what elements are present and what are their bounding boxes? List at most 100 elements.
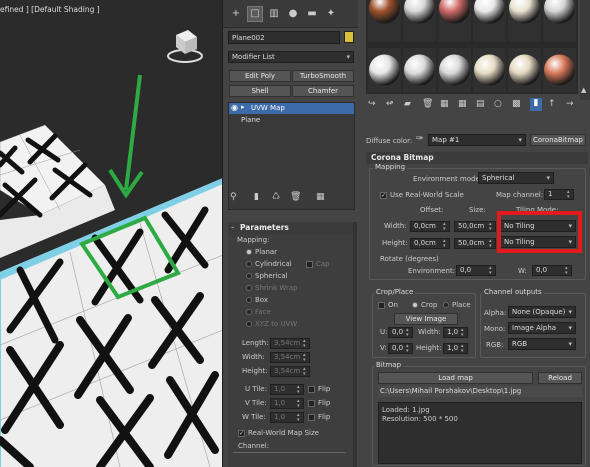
create-tab-icon[interactable]: + [229, 7, 243, 21]
view-image-button[interactable]: View Image [394, 313, 458, 325]
length-spinner[interactable]: 3,54cm [270, 338, 310, 349]
radio-button[interactable] [246, 249, 252, 255]
load-map-button[interactable]: Load map [378, 372, 533, 384]
w-tile-spinner[interactable]: 1,0 [270, 412, 304, 423]
real-world-map-size-checkbox[interactable]: ✓ [238, 430, 245, 437]
mono-dropdown[interactable]: Image Alpha [508, 322, 576, 334]
crop-on-checkbox[interactable] [378, 302, 385, 309]
put-to-library-icon[interactable]: ▤ [476, 99, 485, 109]
crop-width-spinner[interactable]: 1,0 [443, 327, 468, 338]
material-editor: ▲ ↪ ↫ ▰ 🗑 ▦ ▦ ▤ ○ ▩ ▮ ↑ → Diffuse color:… [358, 0, 590, 467]
scroll-up-icon[interactable]: ▲ [581, 86, 586, 94]
stack-item-plane[interactable]: Plane [229, 115, 354, 126]
radio-button[interactable] [246, 273, 252, 279]
configure-sets-icon[interactable]: ▦ [316, 192, 325, 202]
height-spinner[interactable]: 3,54cm [270, 366, 310, 377]
put-to-scene-icon[interactable]: ↫ [386, 99, 394, 109]
rgb-label: RGB: [486, 341, 504, 349]
crop-height-spinner[interactable]: 1,0 [443, 343, 468, 354]
radio-button[interactable] [246, 309, 252, 315]
u-spinner[interactable]: 0,0 [388, 327, 413, 338]
v-tile-spinner[interactable]: 1,0 [270, 398, 304, 409]
width-spinner[interactable]: 3,54cm [270, 352, 310, 363]
v-flip-checkbox[interactable] [308, 400, 315, 407]
pick-material-icon[interactable]: ✑ [416, 134, 424, 144]
viewport-scene [0, 30, 222, 467]
display-tab-icon[interactable]: ▬ [305, 7, 319, 21]
modifier-list-dropdown[interactable]: Modifier List [228, 51, 354, 63]
hierarchy-tab-icon[interactable]: ▥ [267, 7, 281, 21]
green-arrow-icon [108, 74, 144, 199]
eye-icon[interactable]: ◉ [231, 103, 238, 112]
radio-button[interactable] [246, 297, 252, 303]
env-rotation-spinner[interactable]: 0,0 [456, 265, 496, 276]
make-unique-icon[interactable]: ▦ [458, 99, 467, 109]
radio-label: Planar [255, 248, 278, 256]
viewport[interactable]: efined ] [Default Shading ] [0, 0, 223, 467]
shell-button[interactable]: Shell [229, 85, 291, 97]
v-spinner[interactable]: 0,0 [388, 343, 413, 354]
material-id-icon[interactable]: ○ [494, 99, 502, 109]
turbosmooth-button[interactable]: TurboSmooth [292, 70, 354, 82]
modify-tab-icon[interactable]: □ [247, 6, 263, 22]
map-channel-spinner[interactable]: 1 [544, 189, 574, 200]
copy-material-icon[interactable]: ▦ [440, 99, 449, 109]
slots-scrollbar[interactable]: ▲ [580, 0, 590, 100]
u-flip-checkbox[interactable] [308, 386, 315, 393]
assign-material-icon[interactable]: ▰ [404, 99, 411, 109]
height-size-spinner[interactable]: 50,0cm [454, 238, 496, 249]
v-label: V: [380, 344, 387, 352]
scrollbar[interactable] [353, 222, 357, 467]
place-radio[interactable] [443, 302, 449, 308]
utilities-tab-icon[interactable]: ✦ [324, 7, 338, 21]
rotate-title: Rotate (degrees) [380, 255, 439, 263]
radio-button[interactable] [246, 321, 252, 327]
reset-map-icon[interactable]: 🗑 [422, 99, 433, 109]
height-offset-spinner[interactable]: 0,0cm [410, 238, 450, 249]
radio-button[interactable] [246, 285, 252, 291]
real-world-map-size-label: Real-World Map Size [248, 429, 319, 437]
expand-icon[interactable]: ▸ [241, 103, 245, 111]
get-material-icon[interactable]: ↪ [368, 99, 376, 109]
pin-stack-icon[interactable]: ⚲ [230, 192, 237, 202]
remove-modifier-icon[interactable]: 🗑 [290, 192, 301, 202]
chamfer-button[interactable]: Chamfer [292, 85, 354, 97]
sample-slots-svg[interactable] [366, 0, 578, 94]
alpha-dropdown[interactable]: None (Opaque) [508, 306, 576, 318]
reload-button[interactable]: Reload [538, 372, 582, 384]
u-tile-spinner[interactable]: 1,0 [270, 384, 304, 395]
edit-poly-button[interactable]: Edit Poly [229, 70, 291, 82]
bitmap-path[interactable]: C:\Users\Mihail Porshakov\Desktop\1.jpg [378, 386, 582, 397]
real-world-scale-checkbox[interactable]: ✓ [380, 192, 387, 199]
map-type-button[interactable]: CoronaBitmap [530, 134, 586, 146]
env-rotation-label: Environment: [408, 267, 456, 275]
show-shaded-icon[interactable]: ▩ [512, 99, 521, 109]
width-size-spinner[interactable]: 50,0cm [454, 221, 496, 232]
make-unique-icon[interactable]: ♺ [272, 192, 280, 202]
motion-tab-icon[interactable]: ● [286, 7, 300, 21]
env-mode-label: Environment mode: [413, 175, 483, 183]
offset-label: Offset: [420, 206, 444, 214]
object-color-swatch[interactable] [344, 31, 354, 43]
length-label: Length: [242, 339, 269, 347]
show-map-icon[interactable]: ▮ [530, 98, 542, 111]
width-offset-spinner[interactable]: 0,0cm [410, 221, 450, 232]
stack-item-label: UVW Map [251, 104, 285, 112]
go-to-parent-icon[interactable]: ↑ [548, 99, 556, 109]
parameters-header[interactable]: – Parameters [228, 222, 353, 234]
go-forward-icon[interactable]: → [566, 99, 574, 109]
rgb-dropdown[interactable]: RGB [508, 338, 576, 350]
radio-button[interactable] [246, 261, 252, 267]
map-name-dropdown[interactable]: Map #1 [428, 134, 526, 146]
show-end-result-icon[interactable]: ▮ [254, 192, 259, 202]
crop-radio[interactable] [412, 302, 418, 308]
radio-label: Shrink Wrap [255, 284, 298, 292]
env-mode-dropdown[interactable]: Spherical [478, 172, 554, 184]
w-flip-checkbox[interactable] [308, 414, 315, 421]
stack-item-uvw-map[interactable]: ◉ ▸ UVW Map [229, 103, 354, 114]
parameters-rollout: – Parameters Mapping: Planar Cylindrical… [228, 222, 353, 467]
v-flip-label: Flip [318, 399, 331, 407]
cap-checkbox[interactable] [306, 261, 313, 268]
w-rotation-spinner[interactable]: 0,0 [532, 265, 572, 276]
object-name-field[interactable]: Plane002 [228, 31, 340, 44]
